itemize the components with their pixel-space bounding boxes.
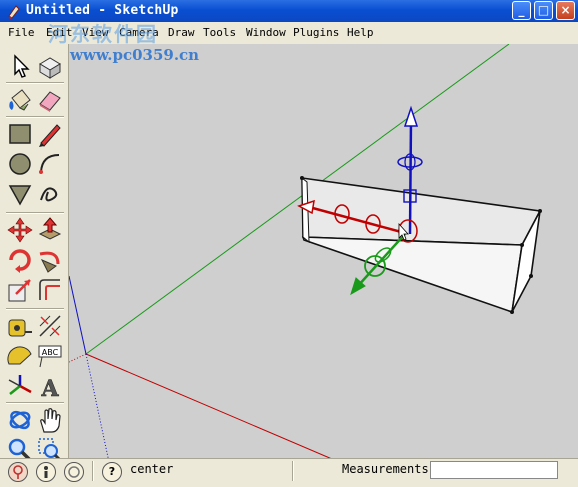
component-icon: [39, 57, 61, 79]
measurements-label: Measurements: [342, 462, 429, 476]
toolbar-separator: [6, 402, 64, 404]
wedge-top-face: [301, 177, 542, 246]
toolbar-separator: [6, 308, 64, 310]
minimize-button[interactable]: _: [512, 1, 531, 20]
geo-location-icon[interactable]: [8, 462, 28, 482]
rectangle-icon: [9, 124, 31, 144]
eraser-tool[interactable]: [36, 86, 64, 114]
menu-tools[interactable]: Tools: [203, 26, 236, 39]
orbit-icon: [9, 410, 31, 430]
3d-text-tool[interactable]: A: [36, 372, 64, 400]
credits-icon[interactable]: [36, 462, 56, 482]
line-tool[interactable]: [36, 120, 64, 148]
protractor-tool[interactable]: [6, 342, 34, 370]
watermark-url: www.pc0359.cn: [70, 46, 200, 64]
follow-me-icon: [39, 251, 60, 273]
text-label-icon: ABC: [38, 345, 62, 368]
polygon-icon: [8, 185, 32, 206]
hand-icon: [40, 408, 61, 433]
status-divider: [292, 461, 294, 481]
paint-bucket-tool[interactable]: [6, 86, 34, 114]
scale-tool[interactable]: [6, 276, 34, 304]
paint-bucket-icon: [9, 89, 31, 111]
tape-measure-tool[interactable]: [6, 312, 34, 340]
freehand-tool[interactable]: [36, 180, 64, 208]
svg-text:A: A: [40, 376, 59, 400]
axes-icon: [8, 375, 32, 395]
axes-tool[interactable]: [6, 372, 34, 400]
red-axis-line: [85, 353, 340, 462]
svg-text:ABC: ABC: [42, 348, 59, 357]
pan-tool[interactable]: [36, 406, 64, 434]
eraser-icon: [39, 91, 61, 112]
user-status-icon[interactable]: [64, 462, 84, 482]
blue-axis-dotted: [85, 353, 110, 462]
freehand-icon: [40, 187, 58, 202]
status-bar: ? center Measurements: [0, 458, 578, 483]
scene-canvas[interactable]: [69, 44, 578, 462]
follow-me-tool[interactable]: [36, 246, 64, 274]
protractor-icon: [7, 346, 32, 365]
menu-help[interactable]: Help: [347, 26, 374, 39]
measurements-input[interactable]: [430, 461, 558, 479]
circle-icon: [9, 153, 31, 175]
blue-axis-line: [69, 275, 87, 355]
red-axis-dotted: [69, 353, 87, 363]
window-title: Untitled - SketchUp: [26, 3, 179, 18]
wedge-side-face: [301, 236, 523, 314]
make-component-tool[interactable]: [36, 52, 64, 80]
offset-tool[interactable]: [36, 276, 64, 304]
tools-toolbar: ABC A: [0, 44, 69, 463]
toolbar-separator: [6, 82, 64, 84]
instructor-help-icon[interactable]: ?: [102, 462, 122, 482]
status-message: center: [130, 462, 174, 476]
close-button[interactable]: ×: [556, 1, 575, 20]
polygon-tool[interactable]: [6, 180, 34, 208]
rectangle-tool[interactable]: [6, 120, 34, 148]
maximize-button[interactable]: □: [534, 1, 553, 20]
menu-plugins[interactable]: Plugins: [293, 26, 339, 39]
move-arrows-icon: [7, 217, 33, 243]
model-viewport[interactable]: [69, 44, 578, 462]
pencil-icon: [39, 124, 61, 147]
status-divider: [92, 461, 94, 481]
tape-measure-icon: [8, 319, 32, 337]
arrow-cursor-icon: [14, 54, 30, 78]
menu-draw[interactable]: Draw: [168, 26, 195, 39]
gizmo-z-arrowhead[interactable]: [403, 105, 419, 127]
menu-window[interactable]: Window: [246, 26, 286, 39]
arc-tool[interactable]: [36, 150, 64, 178]
gizmo-z-axis: [408, 118, 413, 235]
arc-icon: [39, 154, 60, 174]
dimension-icon: [39, 315, 61, 337]
offset-icon: [39, 279, 60, 300]
3d-text-icon: A: [40, 376, 60, 400]
orbit-tool[interactable]: [6, 406, 34, 434]
menu-file[interactable]: File: [8, 26, 35, 39]
sketchup-app-icon: [8, 5, 20, 19]
circle-tool[interactable]: [6, 150, 34, 178]
select-tool[interactable]: [6, 52, 34, 80]
dimension-tool[interactable]: [36, 312, 64, 340]
rotate-icon: [9, 249, 31, 273]
move-tool[interactable]: [6, 216, 34, 244]
wedge-model[interactable]: [300, 176, 542, 314]
watermark-chinese-text: 河东软件园: [48, 22, 158, 46]
push-pull-tool[interactable]: [36, 216, 64, 244]
scale-icon: [8, 279, 31, 302]
push-pull-icon: [38, 217, 62, 240]
text-tool[interactable]: ABC: [36, 342, 64, 370]
toolbar-separator: [6, 212, 64, 214]
toolbar-separator: [6, 116, 64, 118]
rotate-tool[interactable]: [6, 246, 34, 274]
